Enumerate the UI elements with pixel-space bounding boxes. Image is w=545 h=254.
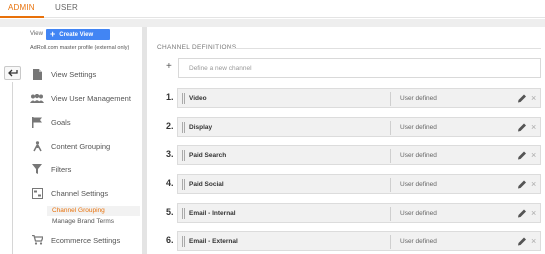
edit-pencil-icon[interactable] bbox=[517, 236, 527, 247]
plus-icon: + bbox=[50, 29, 56, 39]
delete-x-icon[interactable]: × bbox=[531, 149, 536, 161]
drag-handle-icon[interactable] bbox=[182, 122, 186, 133]
menu-item-label: Channel Settings bbox=[51, 188, 109, 198]
define-channel-row: + Define a new channel bbox=[160, 58, 541, 78]
delete-x-icon[interactable]: × bbox=[531, 121, 536, 133]
top-tab-bar: ADMIN USER bbox=[0, 0, 545, 18]
drag-handle-icon[interactable] bbox=[182, 150, 186, 161]
users-icon bbox=[30, 92, 44, 104]
channel-number: 1. bbox=[166, 92, 174, 102]
menu-item-filters[interactable]: Filters bbox=[30, 161, 140, 177]
header-strip bbox=[0, 19, 545, 27]
channel-card[interactable]: Paid Search User defined × bbox=[177, 145, 541, 165]
channel-name: Paid Search bbox=[189, 152, 227, 159]
menu-item-label: View Settings bbox=[51, 69, 97, 79]
channel-row: 1. Video User defined × bbox=[160, 88, 541, 108]
channel-type: User defined bbox=[400, 238, 437, 245]
channel-row: 3. Paid Search User defined × bbox=[160, 145, 541, 165]
create-view-button[interactable]: + Create View bbox=[46, 29, 110, 40]
back-button[interactable] bbox=[4, 66, 21, 80]
drag-handle-icon[interactable] bbox=[182, 208, 186, 219]
channel-name: Email - Internal bbox=[189, 210, 236, 217]
delete-x-icon[interactable]: × bbox=[531, 92, 536, 104]
edit-pencil-icon[interactable] bbox=[517, 179, 527, 190]
back-arrow-icon bbox=[7, 69, 18, 77]
document-icon bbox=[30, 68, 44, 80]
channel-row: 4. Paid Social User defined × bbox=[160, 174, 541, 194]
channel-number: 4. bbox=[166, 178, 174, 188]
channel-row: 5. Email - Internal User defined × bbox=[160, 203, 541, 223]
channel-type: User defined bbox=[400, 210, 437, 217]
column-separator bbox=[390, 178, 391, 192]
channel-number: 2. bbox=[166, 121, 174, 131]
cart-icon bbox=[30, 234, 44, 246]
channel-card[interactable]: Paid Social User defined × bbox=[177, 174, 541, 194]
tab-admin[interactable]: ADMIN bbox=[8, 3, 35, 12]
drag-handle-icon[interactable] bbox=[182, 93, 186, 104]
channel-type: User defined bbox=[400, 181, 437, 188]
filter-icon bbox=[30, 163, 44, 175]
drag-handle-icon[interactable] bbox=[182, 179, 186, 190]
column-separator bbox=[390, 92, 391, 106]
column-separator bbox=[390, 149, 391, 163]
person-tree-icon bbox=[30, 140, 44, 152]
channel-type: User defined bbox=[400, 95, 437, 102]
channel-name: Video bbox=[189, 95, 207, 102]
menu-item-label: Goals bbox=[51, 117, 71, 127]
menu-item-label: View User Management bbox=[51, 93, 131, 103]
edit-pencil-icon[interactable] bbox=[517, 122, 527, 133]
channel-card[interactable]: Email - Internal User defined × bbox=[177, 203, 541, 223]
column-separator bbox=[390, 121, 391, 135]
channel-number: 5. bbox=[166, 207, 174, 217]
menu-item-goals[interactable]: Goals bbox=[30, 114, 140, 130]
tab-user[interactable]: USER bbox=[55, 3, 78, 12]
edit-pencil-icon[interactable] bbox=[517, 93, 527, 104]
view-label: View bbox=[30, 31, 43, 37]
channel-card[interactable]: Display User defined × bbox=[177, 117, 541, 137]
flag-icon bbox=[30, 116, 44, 128]
menu-item-content-grouping[interactable]: Content Grouping bbox=[30, 138, 140, 154]
channel-name: Email - External bbox=[189, 238, 238, 245]
channel-type: User defined bbox=[400, 124, 437, 131]
subitem-channel-grouping[interactable]: Channel Grouping bbox=[52, 207, 105, 214]
menu-item-channel-settings[interactable]: Channel Settings bbox=[30, 185, 140, 201]
channel-name: Paid Social bbox=[189, 181, 224, 188]
column-separator bbox=[390, 207, 391, 221]
channel-number: 6. bbox=[166, 235, 174, 245]
view-profile-name[interactable]: AdRoll.com master profile (external only… bbox=[30, 45, 129, 51]
grid-settings-icon bbox=[30, 187, 44, 199]
menu-item-ecommerce-settings[interactable]: Ecommerce Settings bbox=[30, 232, 140, 248]
channel-name: Display bbox=[189, 124, 213, 131]
channel-type: User defined bbox=[400, 152, 437, 159]
define-channel-input[interactable]: Define a new channel bbox=[178, 58, 541, 78]
edit-pencil-icon[interactable] bbox=[517, 150, 527, 161]
menu-item-label: Ecommerce Settings bbox=[51, 235, 121, 245]
create-view-label: Create View bbox=[59, 31, 94, 38]
menu-item-view-settings[interactable]: View Settings bbox=[30, 66, 140, 82]
channel-row: 6. Email - External User defined × bbox=[160, 231, 541, 251]
drag-handle-icon[interactable] bbox=[182, 236, 186, 247]
column-separator bbox=[390, 235, 391, 249]
add-channel-icon[interactable]: + bbox=[166, 61, 172, 72]
menu-item-label: Filters bbox=[51, 164, 72, 174]
section-title: CHANNEL DEFINITIONS bbox=[157, 44, 237, 51]
subitem-manage-brand-terms[interactable]: Manage Brand Terms bbox=[52, 218, 114, 225]
channel-card[interactable]: Email - External User defined × bbox=[177, 231, 541, 251]
channel-card[interactable]: Video User defined × bbox=[177, 88, 541, 108]
active-tab-indicator bbox=[0, 16, 44, 18]
channel-number: 3. bbox=[166, 149, 174, 159]
delete-x-icon[interactable]: × bbox=[531, 235, 536, 247]
menu-item-label: Content Grouping bbox=[51, 141, 111, 151]
menu-item-view-user-management[interactable]: View User Management bbox=[30, 90, 140, 106]
back-guide-line bbox=[12, 82, 13, 254]
delete-x-icon[interactable]: × bbox=[531, 178, 536, 190]
edit-pencil-icon[interactable] bbox=[517, 208, 527, 219]
delete-x-icon[interactable]: × bbox=[531, 207, 536, 219]
section-divider bbox=[229, 48, 541, 49]
channel-row: 2. Display User defined × bbox=[160, 117, 541, 137]
